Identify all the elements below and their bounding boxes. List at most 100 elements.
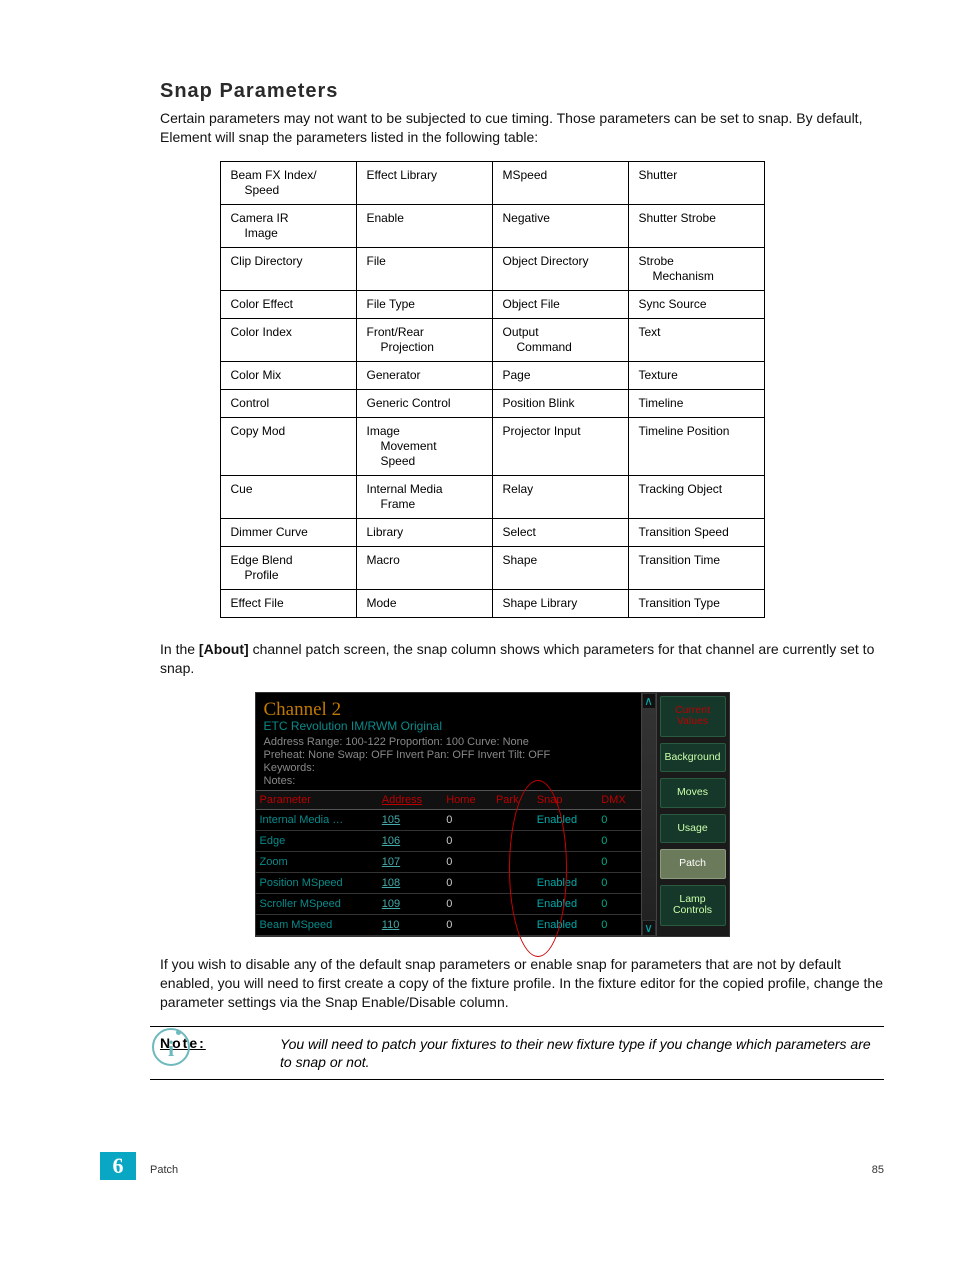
cell: Internal Media … [256, 810, 378, 831]
cell: 107 [378, 852, 442, 873]
cell [492, 915, 533, 936]
channel-patch-screenshot: Channel 2 ETC Revolution IM/RWM Original… [255, 692, 730, 938]
table-row: Scroller MSpeed1090Enabled0 [256, 894, 641, 915]
side-button[interactable]: Background [660, 743, 726, 773]
table-cell: Shape Library [492, 589, 628, 617]
channel-table: ParameterAddressHomeParkSnapDMX Internal… [256, 790, 641, 936]
cell: Zoom [256, 852, 378, 873]
cell: Enabled [533, 894, 597, 915]
address-link[interactable]: 109 [382, 898, 400, 910]
table-cell: Front/RearProjection [356, 318, 492, 361]
table-cell: Page [492, 361, 628, 389]
table-cell: MSpeed [492, 161, 628, 204]
channel-meta: Address Range: 100-122 Proportion: 100 C… [264, 736, 633, 789]
after-paragraph: If you wish to disable any of the defaul… [160, 955, 884, 1012]
cell: 0 [442, 852, 492, 873]
scroll-down-icon[interactable]: ∨ [642, 920, 656, 936]
table-cell: Object Directory [492, 247, 628, 290]
scroll-track[interactable] [642, 709, 656, 921]
info-icon: i [152, 1028, 190, 1066]
cell [492, 831, 533, 852]
footer-right: 85 [872, 1164, 884, 1176]
table-cell: Color Index [220, 318, 356, 361]
table-cell: Macro [356, 546, 492, 589]
side-button[interactable]: Usage [660, 814, 726, 844]
cell [533, 831, 597, 852]
cell [492, 810, 533, 831]
cell: 109 [378, 894, 442, 915]
table-cell: ImageMovementSpeed [356, 417, 492, 475]
table-row: Beam MSpeed1100Enabled0 [256, 915, 641, 936]
scrollbar[interactable]: ∧ ∨ [641, 693, 657, 937]
cell: 0 [597, 810, 640, 831]
channel-subtitle: ETC Revolution IM/RWM Original [264, 719, 633, 733]
table-cell: Clip Directory [220, 247, 356, 290]
cell: 105 [378, 810, 442, 831]
table-cell: Texture [628, 361, 764, 389]
table-cell: Generator [356, 361, 492, 389]
about-prefix: In the [160, 641, 199, 657]
side-button[interactable]: CurrentValues [660, 696, 726, 737]
table-cell: Position Blink [492, 389, 628, 417]
table-cell: Library [356, 518, 492, 546]
table-cell: Transition Time [628, 546, 764, 589]
table-cell: Cue [220, 475, 356, 518]
cell: 0 [597, 873, 640, 894]
cell [492, 873, 533, 894]
table-cell: Edge BlendProfile [220, 546, 356, 589]
table-cell: Timeline Position [628, 417, 764, 475]
table-cell: Projector Input [492, 417, 628, 475]
cell: Scroller MSpeed [256, 894, 378, 915]
table-cell: Transition Speed [628, 518, 764, 546]
table-cell: Transition Type [628, 589, 764, 617]
table-cell: Tracking Object [628, 475, 764, 518]
snap-parameters-table: Beam FX Index/SpeedEffect LibraryMSpeedS… [220, 161, 765, 618]
footer-left: Patch [150, 1164, 178, 1176]
table-row: Zoom 107 0 0 [256, 852, 641, 873]
cell: Beam MSpeed [256, 915, 378, 936]
column-header: Snap [533, 791, 597, 810]
column-header: Home [442, 791, 492, 810]
table-cell: File [356, 247, 492, 290]
cell: 110 [378, 915, 442, 936]
table-cell: Camera IRImage [220, 204, 356, 247]
cell: Enabled [533, 810, 597, 831]
side-button-column: CurrentValues Background Moves Usage Patch La… [657, 693, 729, 937]
table-cell: Generic Control [356, 389, 492, 417]
scroll-up-icon[interactable]: ∧ [642, 693, 656, 709]
side-button[interactable]: Moves [660, 778, 726, 808]
table-cell: Select [492, 518, 628, 546]
side-button[interactable]: Patch [660, 849, 726, 879]
table-cell: Object File [492, 290, 628, 318]
table-cell: Color Mix [220, 361, 356, 389]
column-header: DMX [597, 791, 640, 810]
address-link[interactable]: 108 [382, 877, 400, 889]
table-cell: Relay [492, 475, 628, 518]
table-cell: File Type [356, 290, 492, 318]
table-cell: Mode [356, 589, 492, 617]
address-link[interactable]: 107 [382, 856, 400, 868]
table-row: Position MSpeed1080Enabled0 [256, 873, 641, 894]
cell: 0 [442, 831, 492, 852]
note-box: Note: You will need to patch your fixtur… [150, 1026, 884, 1080]
table-cell: Beam FX Index/Speed [220, 161, 356, 204]
address-link[interactable]: 106 [382, 835, 400, 847]
table-row: Internal Media …1050Enabled0 [256, 810, 641, 831]
address-link[interactable]: 105 [382, 814, 400, 826]
cell: 0 [597, 894, 640, 915]
cell [492, 852, 533, 873]
cell: 0 [442, 873, 492, 894]
table-cell: StrobeMechanism [628, 247, 764, 290]
cell: 0 [597, 831, 640, 852]
table-cell: OutputCommand [492, 318, 628, 361]
cell: 0 [442, 810, 492, 831]
table-cell: Effect Library [356, 161, 492, 204]
cell: Enabled [533, 915, 597, 936]
side-button[interactable]: LampControls [660, 885, 726, 926]
table-cell: Color Effect [220, 290, 356, 318]
address-link[interactable]: 110 [382, 919, 400, 931]
channel-title: Channel 2 [264, 699, 633, 721]
cell: 0 [597, 852, 640, 873]
table-row: Edge10600 [256, 831, 641, 852]
about-suffix: channel patch screen, the snap column sh… [160, 641, 874, 676]
